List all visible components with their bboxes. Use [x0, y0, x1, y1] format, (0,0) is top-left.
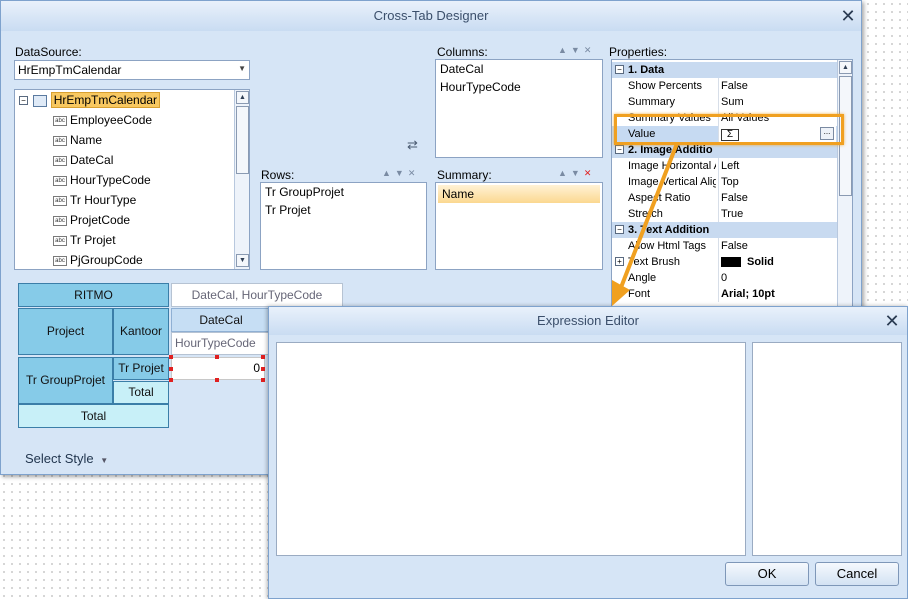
preview-title-cell[interactable]: RITMO: [18, 283, 169, 307]
list-item-selected[interactable]: Name: [438, 185, 600, 203]
summary-label: Summary:: [437, 168, 492, 182]
properties-scrollbar[interactable]: ▲: [837, 60, 852, 308]
select-style-button[interactable]: Select Style ▼: [25, 451, 108, 466]
expand-minus-icon[interactable]: −: [615, 65, 624, 74]
table-icon: [33, 94, 48, 107]
tree-root[interactable]: − HrEmpTmCalendar: [19, 90, 161, 110]
list-item[interactable]: HourTypeCode: [436, 78, 602, 96]
tree-field[interactable]: abc ProjetCode: [53, 210, 130, 230]
tree-field[interactable]: abc Tr HourType: [53, 190, 136, 210]
tree-field[interactable]: abc HourTypeCode: [53, 170, 151, 190]
preview-group-cell[interactable]: Tr GroupProjet: [18, 357, 113, 404]
selection-handle[interactable]: [169, 378, 173, 382]
designer-titlebar: Cross-Tab Designer: [1, 1, 861, 31]
close-icon[interactable]: ✕: [883, 312, 901, 330]
selection-handle[interactable]: [215, 378, 219, 382]
property-row[interactable]: Show Percents False: [612, 78, 838, 94]
columns-controls[interactable]: ▲▼✕: [558, 45, 595, 56]
cancel-button[interactable]: Cancel: [815, 562, 899, 586]
expression-textarea[interactable]: [276, 342, 746, 556]
tree-field[interactable]: abc EmployeeCode: [53, 110, 152, 130]
preview-total-outer-cell[interactable]: Total: [18, 404, 169, 428]
selection-handle[interactable]: [261, 378, 265, 382]
list-item[interactable]: Tr GroupProjet: [261, 183, 426, 201]
abc-field-icon: abc: [53, 135, 67, 146]
columns-list: DateCal HourTypeCode: [435, 59, 603, 158]
selection-handle[interactable]: [169, 355, 173, 359]
selection-handle[interactable]: [261, 355, 265, 359]
summary-controls[interactable]: ▲▼✕: [558, 168, 595, 179]
expression-fields-panel[interactable]: [752, 342, 902, 556]
preview-header-cols[interactable]: DateCal, HourTypeCode: [171, 283, 343, 307]
datasource-value: HrEmpTmCalendar: [18, 63, 122, 77]
selection-handle[interactable]: [215, 355, 219, 359]
tree-field[interactable]: abc DateCal: [53, 150, 113, 170]
expression-editor-dialog: Expression Editor ✕ OK Cancel: [268, 306, 908, 599]
selection-handle[interactable]: [261, 367, 265, 371]
preview-datecal-cell[interactable]: DateCal: [171, 308, 271, 332]
abc-field-icon: abc: [53, 195, 67, 206]
tree-field[interactable]: abc Tr Projet: [53, 230, 116, 250]
abc-field-icon: abc: [53, 235, 67, 246]
preview-value-cell[interactable]: 0: [171, 357, 265, 380]
preview-hourtype-cell[interactable]: HourTypeCode: [171, 332, 271, 355]
rows-controls[interactable]: ▲▼✕: [382, 168, 419, 179]
summary-list: Name: [435, 182, 603, 270]
abc-field-icon: abc: [53, 115, 67, 126]
abc-field-icon: abc: [53, 175, 67, 186]
scroll-up-icon[interactable]: ▲: [236, 91, 249, 104]
rows-label: Rows:: [261, 168, 295, 182]
ok-button[interactable]: OK: [725, 562, 809, 586]
selection-handle[interactable]: [169, 367, 173, 371]
tree-scrollbar[interactable]: ▲ ▼: [234, 90, 249, 269]
field-tree: − HrEmpTmCalendar abc EmployeeCode abc Nam…: [14, 89, 250, 270]
preview-project-cell[interactable]: Project: [18, 308, 113, 355]
annotation-arrow-icon: [612, 144, 678, 306]
preview-total-inner-cell[interactable]: Total: [113, 381, 169, 404]
preview-kantoor-cell[interactable]: Kantoor: [113, 308, 169, 355]
list-item[interactable]: Tr Projet: [261, 201, 426, 219]
dropdown-arrow-icon[interactable]: ▼: [238, 64, 246, 73]
columns-label: Columns:: [437, 45, 488, 59]
datasource-label: DataSource:: [15, 45, 82, 59]
swap-icon[interactable]: ⇄: [407, 137, 418, 153]
properties-label: Properties:: [609, 45, 668, 59]
scroll-down-icon[interactable]: ▼: [236, 254, 249, 267]
datasource-select[interactable]: HrEmpTmCalendar ▼: [14, 60, 250, 80]
scroll-thumb[interactable]: [236, 106, 249, 174]
tree-root-label: HrEmpTmCalendar: [50, 92, 161, 108]
property-category[interactable]: −1. Data: [612, 62, 838, 78]
abc-field-icon: abc: [53, 215, 67, 226]
expression-editor-titlebar: Expression Editor: [269, 307, 907, 335]
scroll-up-icon[interactable]: ▲: [839, 61, 852, 74]
list-item[interactable]: DateCal: [436, 60, 602, 78]
designer-title: Cross-Tab Designer: [373, 8, 489, 23]
expand-minus-icon[interactable]: −: [19, 96, 28, 106]
close-icon[interactable]: ✕: [839, 7, 857, 25]
abc-field-icon: abc: [53, 255, 67, 266]
dropdown-arrow-icon: ▼: [100, 456, 109, 465]
tree-field[interactable]: abc PjGroupCode: [53, 250, 143, 269]
rows-list: Tr GroupProjet Tr Projet: [260, 182, 427, 270]
preview-projet-cell[interactable]: Tr Projet: [113, 357, 169, 380]
color-swatch: [721, 257, 741, 268]
expression-editor-title: Expression Editor: [537, 313, 639, 328]
tree-field[interactable]: abc Name: [53, 130, 102, 150]
property-row[interactable]: Summary Sum: [612, 94, 838, 110]
abc-field-icon: abc: [53, 155, 67, 166]
